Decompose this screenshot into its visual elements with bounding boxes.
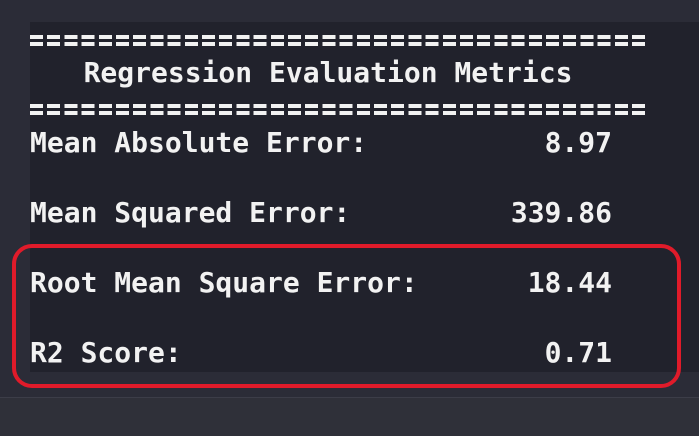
bottom-bar: [0, 397, 699, 436]
separator-bottom: [30, 101, 648, 117]
metric-label-mse: Mean Squared Error:: [30, 196, 351, 229]
report-title: Regression Evaluation Metrics: [83, 56, 573, 89]
separator-top: [30, 32, 648, 48]
highlight-annotation-box: [12, 244, 681, 388]
metric-value-mae: 8.97: [544, 126, 612, 159]
metric-value-mse: 339.86: [510, 196, 612, 229]
top-strip: [0, 0, 699, 22]
metric-label-mae: Mean Absolute Error:: [30, 126, 368, 159]
